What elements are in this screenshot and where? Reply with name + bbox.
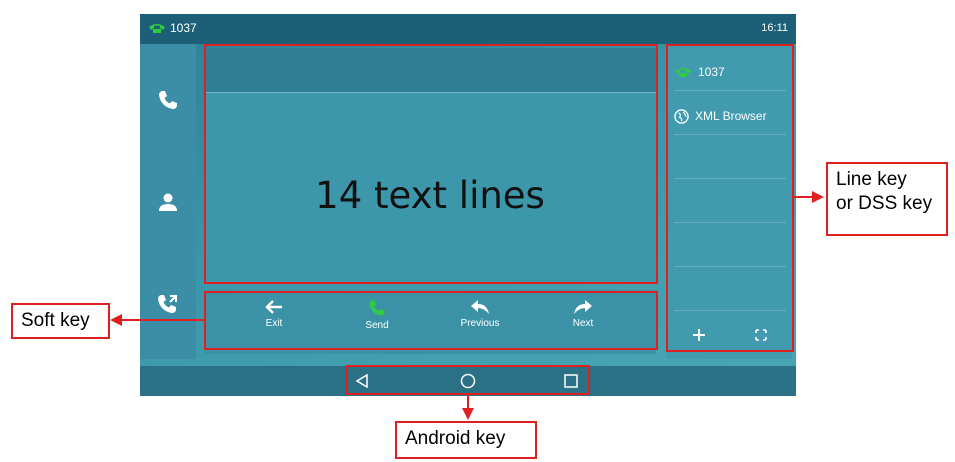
callout-text: Line key — [836, 169, 907, 190]
line-key-callout: Line key or DSS key — [826, 162, 948, 236]
soft-key-callout: Soft key — [11, 303, 110, 339]
annotation-arrows — [110, 191, 824, 420]
callout-text: Soft key — [21, 310, 90, 331]
callout-text: or DSS key — [836, 193, 933, 214]
android-key-callout: Android key — [395, 421, 537, 459]
callout-text: Android key — [405, 428, 506, 449]
